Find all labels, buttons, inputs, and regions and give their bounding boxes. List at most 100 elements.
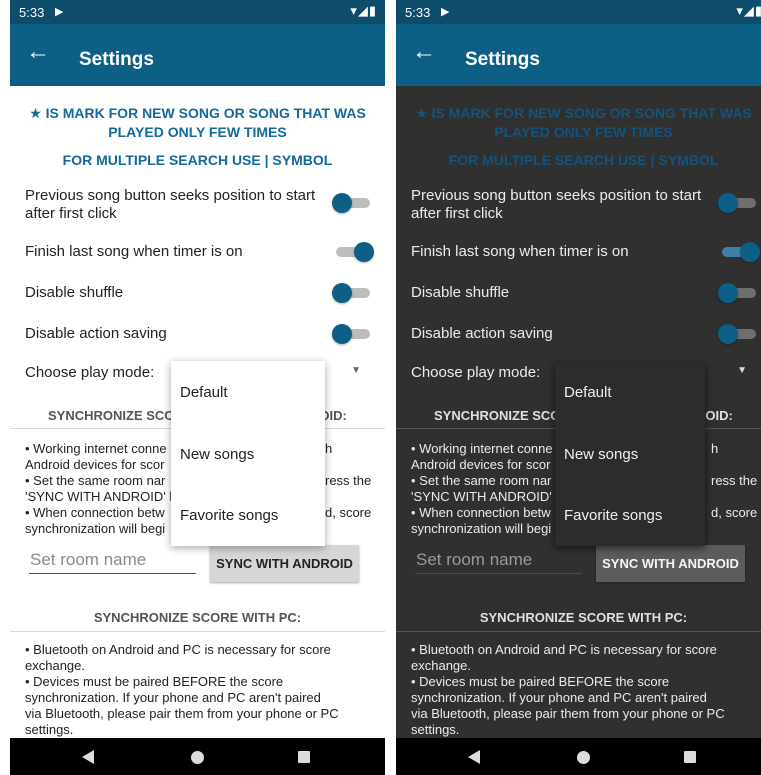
new-song-mark-notice: ★ IS MARK FOR NEW SONG OR SONG THAT WAS … — [396, 104, 761, 142]
settings-screen-dark: 5:33 ▶ ▾◢▮ ← Settings ★ IS MARK FOR NEW … — [396, 0, 761, 775]
info-line: h — [325, 441, 333, 456]
page-title: Settings — [465, 49, 540, 70]
info-line: synchronization. If your phone and PC ar… — [25, 690, 321, 705]
settings-screen-light: 5:33 ▶ ▾◢▮ ← Settings ★ IS MARK FOR NEW … — [10, 0, 385, 775]
play-mode-menu: Default New songs Favorite songs — [171, 361, 325, 546]
notice-line: ★ IS MARK FOR NEW SONG OR SONG THAT WAS — [415, 105, 752, 121]
nav-back-icon[interactable] — [468, 750, 480, 764]
info-line: Android devices for scor — [25, 457, 165, 472]
menu-item-favorite-songs[interactable]: Favorite songs — [564, 507, 662, 524]
menu-item-new-songs[interactable]: New songs — [180, 446, 254, 463]
section-title-text: SYNCHRONIZE SCO — [434, 408, 561, 423]
pref-disable-shuffle[interactable]: Disable shuffle — [411, 284, 731, 302]
notice-line: PLAYED ONLY FEW TIMES — [108, 124, 287, 140]
finish-last-song-switch[interactable] — [722, 242, 760, 262]
switch-thumb — [740, 242, 760, 262]
pref-disable-shuffle[interactable]: Disable shuffle — [25, 284, 345, 302]
dropdown-arrow-icon[interactable]: ▼ — [351, 365, 361, 376]
sync-pc-info: • Bluetooth on Android and PC is necessa… — [411, 642, 761, 738]
pref-prev-song-seek[interactable]: Previous song button seeks position to s… — [25, 187, 345, 223]
switch-thumb — [354, 242, 374, 262]
nav-recents-icon[interactable] — [684, 751, 696, 763]
signal-battery-icons: ▾◢▮ — [736, 3, 761, 18]
info-line: d, score — [325, 505, 372, 520]
disable-action-saving-switch[interactable] — [332, 324, 370, 344]
sync-pc-info: • Bluetooth on Android and PC is necessa… — [25, 642, 375, 738]
system-nav-bar — [396, 738, 761, 775]
multiple-search-notice: FOR MULTIPLE SEARCH USE | SYMBOL — [62, 152, 333, 168]
prev-song-seek-switch[interactable] — [718, 193, 756, 213]
info-line: 'SYNC WITH ANDROID' b — [411, 489, 563, 504]
switch-thumb — [332, 324, 352, 344]
pref-finish-last-song[interactable]: Finish last song when timer is on — [411, 243, 731, 261]
info-line: • Devices must be paired BEFORE the scor… — [411, 674, 670, 689]
info-line: • Bluetooth on Android and PC is necessa… — [25, 642, 331, 657]
app-bar: ← Settings — [396, 24, 761, 86]
switch-thumb — [332, 283, 352, 303]
status-bar: 5:33 ▶ ▾◢▮ — [10, 0, 385, 24]
media-playing-icon: ▶ — [55, 6, 64, 18]
pref-disable-action-saving[interactable]: Disable action saving — [25, 325, 345, 343]
info-line: • Working internet conne — [25, 441, 167, 456]
menu-item-favorite-songs[interactable]: Favorite songs — [180, 507, 278, 524]
system-nav-bar — [10, 738, 385, 775]
info-line: synchronization will begi — [25, 521, 166, 536]
pref-label: Previous song button seeks position to s… — [411, 187, 702, 204]
pref-finish-last-song[interactable]: Finish last song when timer is on — [25, 243, 345, 261]
menu-item-default[interactable]: Default — [564, 384, 612, 401]
play-mode-menu: Default New songs Favorite songs — [555, 363, 705, 546]
notice-line: PLAYED ONLY FEW TIMES — [494, 124, 673, 140]
info-line: synchronization. If your phone and PC ar… — [411, 690, 707, 705]
status-time: 5:33 — [19, 5, 45, 20]
sync-with-android-button[interactable]: SYNC WITH ANDROID — [596, 545, 745, 582]
info-line: via Bluetooth, please pair them from you… — [411, 706, 725, 721]
info-line: • When connection betw — [25, 505, 165, 520]
sync-pc-title: SYNCHRONIZE SCORE WITH PC: — [479, 610, 688, 625]
multiple-search-notice: FOR MULTIPLE SEARCH USE | SYMBOL — [448, 152, 719, 168]
status-time: 5:33 — [405, 5, 431, 20]
app-bar: ← Settings — [10, 24, 385, 86]
nav-home-icon[interactable] — [191, 751, 204, 764]
new-song-mark-notice: ★ IS MARK FOR NEW SONG OR SONG THAT WAS … — [10, 104, 385, 142]
disable-shuffle-switch[interactable] — [718, 283, 756, 303]
divider — [396, 631, 761, 632]
divider — [10, 631, 385, 632]
info-line: exchange. — [411, 658, 471, 673]
page-title: Settings — [79, 49, 154, 70]
pref-label: Previous song button seeks position to s… — [25, 187, 316, 204]
switch-thumb — [718, 324, 738, 344]
disable-shuffle-switch[interactable] — [332, 283, 370, 303]
info-line: • Devices must be paired BEFORE the scor… — [25, 674, 284, 689]
signal-battery-icons: ▾◢▮ — [350, 3, 377, 18]
pref-label: after first click — [25, 205, 117, 222]
room-name-input[interactable] — [29, 547, 196, 574]
finish-last-song-switch[interactable] — [336, 242, 374, 262]
menu-item-new-songs[interactable]: New songs — [564, 446, 638, 463]
disable-action-saving-switch[interactable] — [718, 324, 756, 344]
info-line: • Bluetooth on Android and PC is necessa… — [411, 642, 717, 657]
pref-disable-action-saving[interactable]: Disable action saving — [411, 325, 731, 343]
info-line: settings. — [25, 722, 74, 737]
notice-line: ★ IS MARK FOR NEW SONG OR SONG THAT WAS — [29, 105, 366, 121]
info-line: h — [711, 441, 719, 456]
back-arrow-icon[interactable]: ← — [26, 40, 50, 64]
back-arrow-icon[interactable]: ← — [412, 40, 436, 64]
sync-with-android-button[interactable]: SYNC WITH ANDROID — [210, 545, 359, 582]
info-line: d, score — [711, 505, 758, 520]
room-name-input[interactable] — [415, 547, 582, 574]
nav-recents-icon[interactable] — [298, 751, 310, 763]
info-line: 'SYNC WITH ANDROID' b — [25, 489, 177, 504]
info-line: exchange. — [25, 658, 85, 673]
nav-home-icon[interactable] — [577, 751, 590, 764]
pref-label: after first click — [411, 205, 503, 222]
switch-thumb — [718, 283, 738, 303]
info-line: ress the — [711, 473, 758, 488]
media-playing-icon: ▶ — [441, 6, 450, 18]
menu-item-default[interactable]: Default — [180, 384, 228, 401]
dropdown-arrow-icon[interactable]: ▼ — [737, 365, 747, 376]
sync-pc-title: SYNCHRONIZE SCORE WITH PC: — [93, 610, 302, 625]
info-line: • Set the same room nar — [25, 473, 166, 488]
prev-song-seek-switch[interactable] — [332, 193, 370, 213]
nav-back-icon[interactable] — [82, 750, 94, 764]
pref-prev-song-seek[interactable]: Previous song button seeks position to s… — [411, 187, 731, 223]
